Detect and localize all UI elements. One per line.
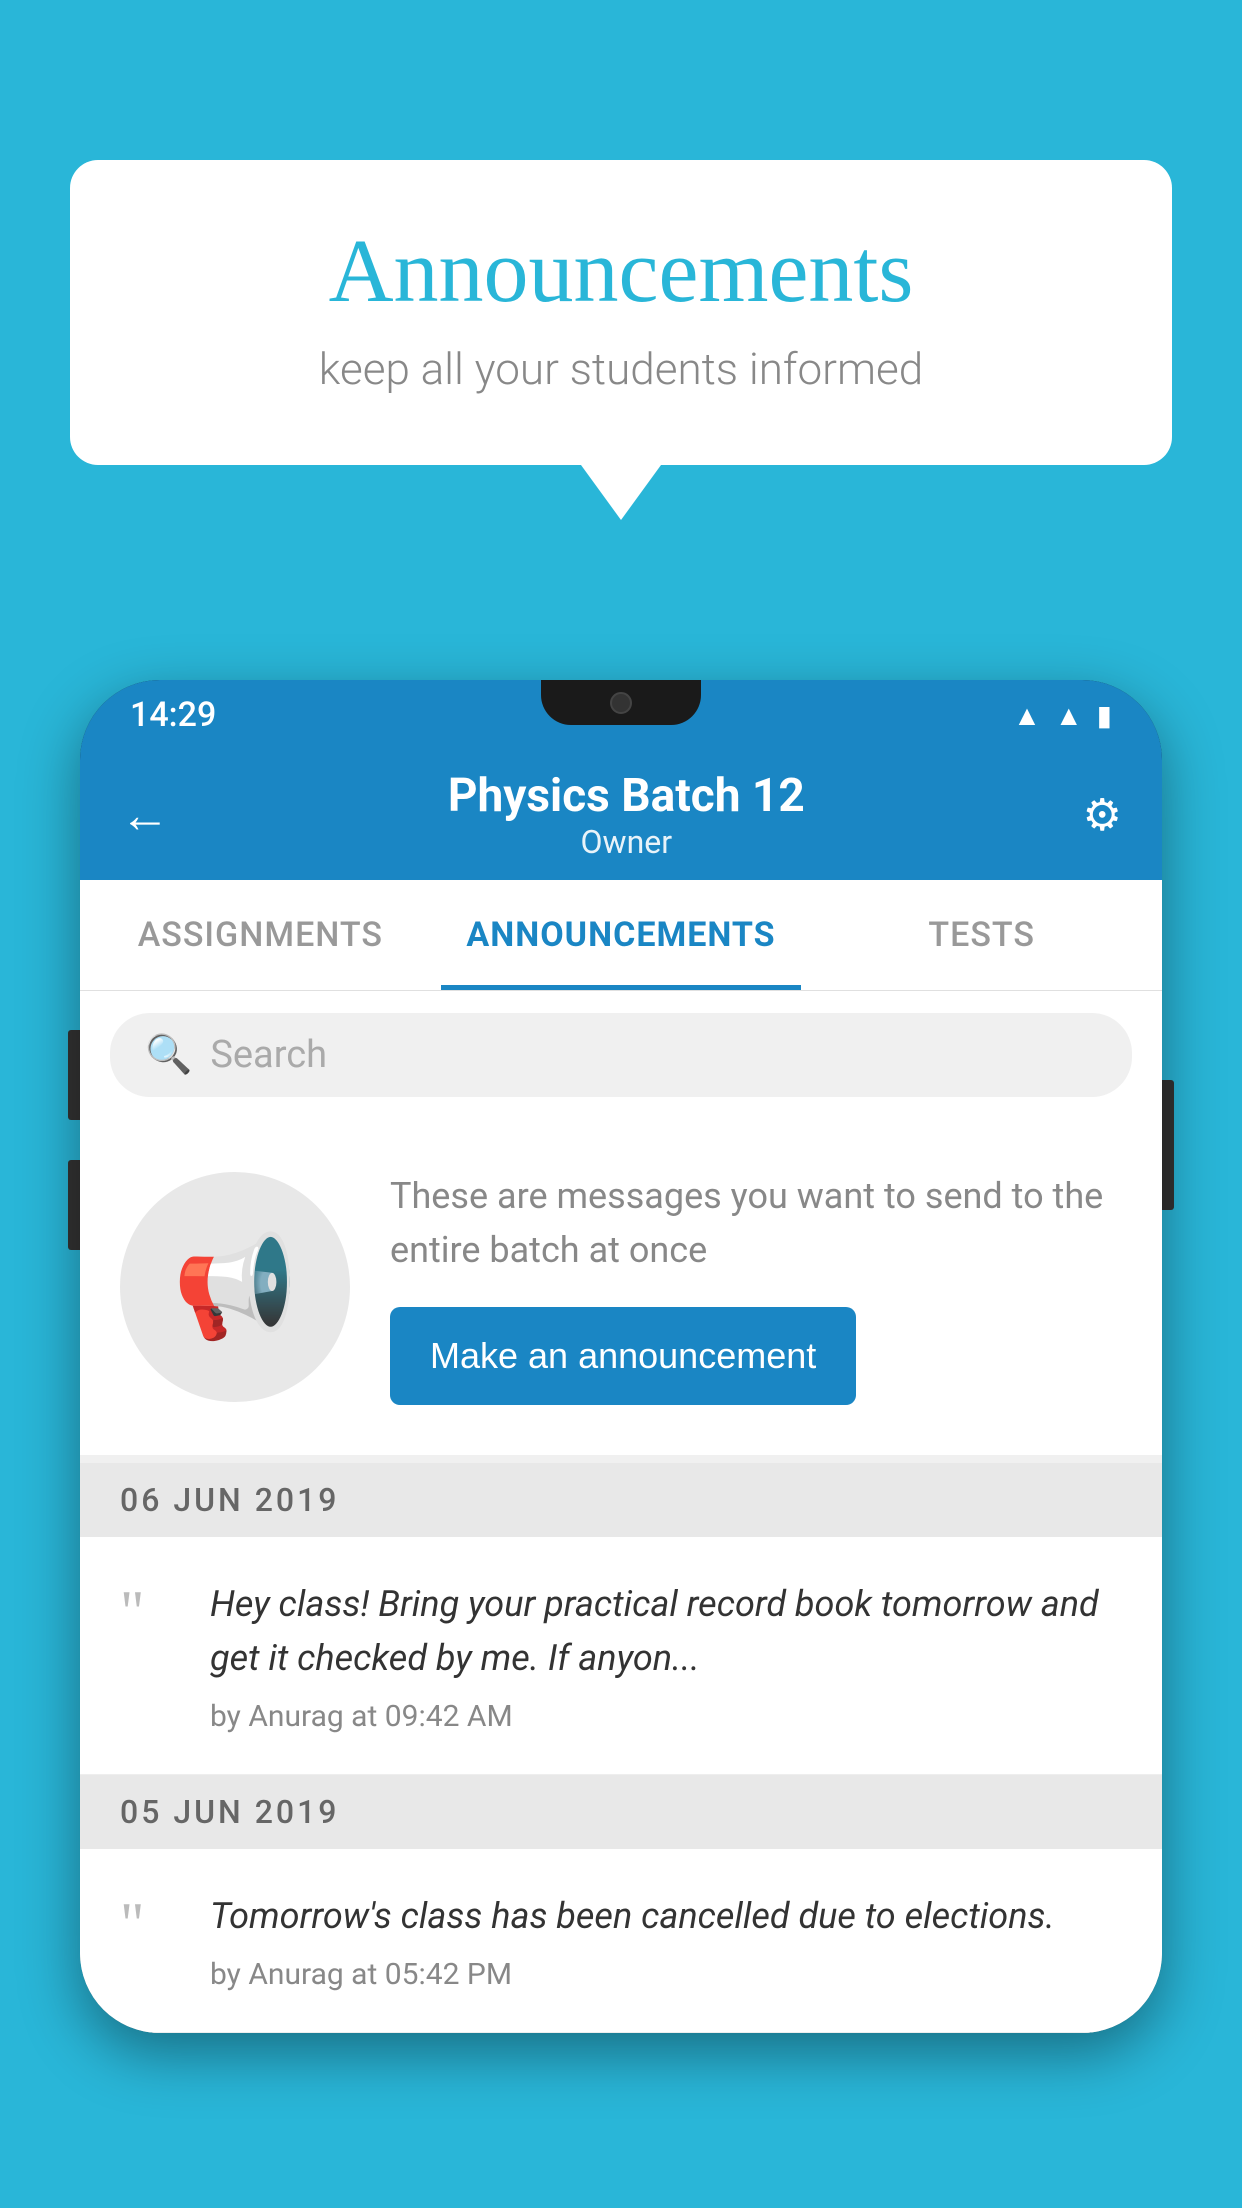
- date-divider-1: 06 JUN 2019: [80, 1463, 1162, 1537]
- back-button[interactable]: ←: [120, 786, 170, 845]
- wifi-icon: ▲: [1013, 699, 1041, 732]
- speech-bubble-arrow: [581, 465, 661, 520]
- quote-icon-1: ": [120, 1582, 180, 1642]
- date-label-2: 05 JUN 2019: [120, 1793, 339, 1831]
- header-subtitle: Owner: [170, 823, 1083, 861]
- header-title: Physics Batch 12: [170, 769, 1083, 823]
- settings-icon[interactable]: ⚙: [1083, 789, 1122, 841]
- search-container: 🔍 Search: [80, 991, 1162, 1119]
- announcement-content-2: Tomorrow's class has been cancelled due …: [210, 1889, 1122, 1992]
- app-header: ← Physics Batch 12 Owner ⚙: [80, 750, 1162, 880]
- promo-description: These are messages you want to send to t…: [390, 1169, 1122, 1277]
- tabs-container: ASSIGNMENTS ANNOUNCEMENTS TESTS: [80, 880, 1162, 991]
- promo-icon-circle: 📢: [120, 1172, 350, 1402]
- speech-bubble-title: Announcements: [150, 220, 1092, 323]
- status-bar: 14:29 ▲ ▲ ▮: [80, 680, 1162, 750]
- search-icon: 🔍: [145, 1033, 192, 1077]
- volume-up-button[interactable]: [68, 1030, 80, 1120]
- tab-tests[interactable]: TESTS: [801, 880, 1162, 990]
- promo-section: 📢 These are messages you want to send to…: [80, 1119, 1162, 1463]
- signal-icon: ▲: [1055, 699, 1083, 732]
- quote-icon-2: ": [120, 1894, 180, 1954]
- search-placeholder: Search: [210, 1033, 327, 1077]
- phone-notch: [541, 680, 701, 725]
- promo-content: These are messages you want to send to t…: [390, 1169, 1122, 1405]
- speech-bubble-subtitle: keep all your students informed: [150, 343, 1092, 395]
- content-area: 🔍 Search 📢 These are messages you want t…: [80, 991, 1162, 2033]
- date-label-1: 06 JUN 2019: [120, 1481, 339, 1519]
- tab-assignments[interactable]: ASSIGNMENTS: [80, 880, 441, 990]
- announcement-meta-1: by Anurag at 09:42 AM: [210, 1699, 1122, 1734]
- search-bar[interactable]: 🔍 Search: [110, 1013, 1132, 1097]
- volume-down-button[interactable]: [68, 1160, 80, 1250]
- announcement-text-1: Hey class! Bring your practical record b…: [210, 1577, 1122, 1685]
- header-title-section: Physics Batch 12 Owner: [170, 769, 1083, 861]
- announcement-content-1: Hey class! Bring your practical record b…: [210, 1577, 1122, 1734]
- front-camera: [610, 692, 632, 714]
- make-announcement-button[interactable]: Make an announcement: [390, 1307, 856, 1405]
- phone-device: 14:29 ▲ ▲ ▮ ← Physics Batch 12 Owner ⚙: [80, 680, 1162, 2033]
- power-button[interactable]: [1162, 1080, 1174, 1210]
- announcement-meta-2: by Anurag at 05:42 PM: [210, 1957, 1122, 1992]
- speech-bubble-card: Announcements keep all your students inf…: [70, 160, 1172, 465]
- battery-icon: ▮: [1097, 699, 1112, 732]
- announcement-item-1[interactable]: " Hey class! Bring your practical record…: [80, 1537, 1162, 1775]
- announcement-item-2[interactable]: " Tomorrow's class has been cancelled du…: [80, 1849, 1162, 2033]
- speech-bubble-section: Announcements keep all your students inf…: [70, 160, 1172, 520]
- phone-screen: 14:29 ▲ ▲ ▮ ← Physics Batch 12 Owner ⚙: [80, 680, 1162, 2033]
- date-divider-2: 05 JUN 2019: [80, 1775, 1162, 1849]
- status-time: 14:29: [130, 695, 216, 735]
- tab-announcements[interactable]: ANNOUNCEMENTS: [441, 880, 802, 990]
- status-icons: ▲ ▲ ▮: [1013, 699, 1112, 732]
- megaphone-icon: 📢: [173, 1229, 298, 1346]
- announcement-text-2: Tomorrow's class has been cancelled due …: [210, 1889, 1122, 1943]
- phone-wrapper: 14:29 ▲ ▲ ▮ ← Physics Batch 12 Owner ⚙: [80, 680, 1162, 2208]
